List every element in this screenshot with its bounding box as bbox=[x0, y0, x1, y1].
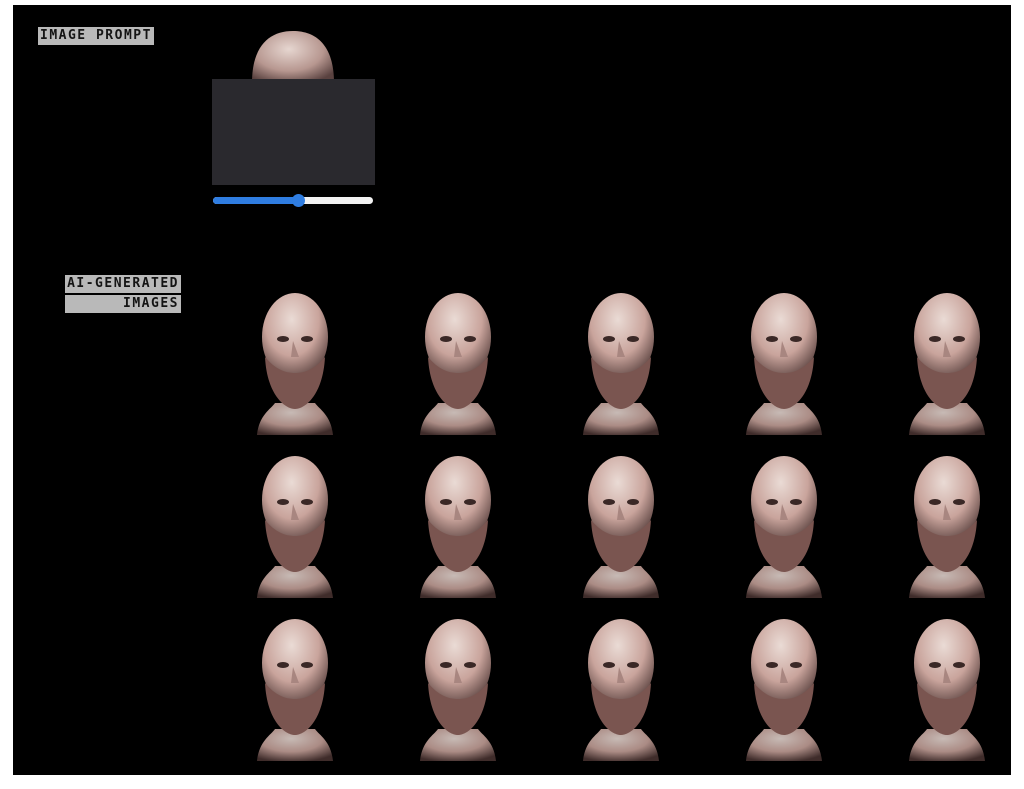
bust-image[interactable] bbox=[887, 448, 1007, 598]
bust-image[interactable] bbox=[724, 285, 844, 435]
bust-image[interactable] bbox=[398, 285, 518, 435]
gallery-frame: IMAGE PROMPT AI-GENERATED IMAGES bbox=[13, 5, 1011, 775]
ai-generated-label-line1: AI-GENERATED bbox=[65, 275, 181, 293]
bust-image[interactable] bbox=[235, 448, 355, 598]
bust-image[interactable] bbox=[398, 448, 518, 598]
bust-image[interactable] bbox=[561, 611, 681, 761]
bust-image[interactable] bbox=[398, 611, 518, 761]
image-prompt-panel bbox=[212, 27, 375, 187]
bust-image[interactable] bbox=[724, 448, 844, 598]
prompt-image-mask bbox=[212, 79, 375, 185]
bust-image[interactable] bbox=[561, 285, 681, 435]
prompt-bust-top bbox=[248, 27, 338, 83]
slider-fill bbox=[213, 197, 298, 204]
ai-generated-label-line2: IMAGES bbox=[65, 295, 181, 313]
bust-image[interactable] bbox=[887, 285, 1007, 435]
image-prompt-label: IMAGE PROMPT bbox=[38, 27, 154, 45]
slider-thumb[interactable] bbox=[292, 194, 305, 207]
bust-image[interactable] bbox=[235, 285, 355, 435]
bust-image[interactable] bbox=[887, 611, 1007, 761]
bust-image[interactable] bbox=[235, 611, 355, 761]
bust-image[interactable] bbox=[561, 448, 681, 598]
bust-image[interactable] bbox=[724, 611, 844, 761]
prompt-slider[interactable] bbox=[213, 194, 373, 207]
ai-generated-label: AI-GENERATED IMAGES bbox=[65, 275, 181, 315]
